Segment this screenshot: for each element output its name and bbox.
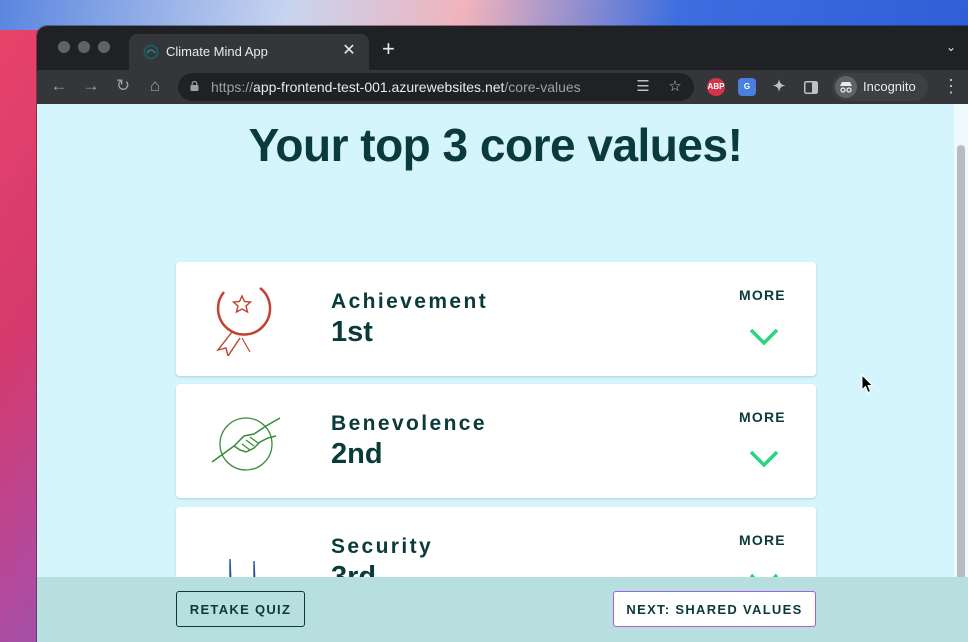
- browser-menu-icon[interactable]: ⋮: [942, 75, 960, 97]
- tab-title: Climate Mind App: [166, 44, 268, 59]
- scrollbar-thumb[interactable]: [957, 145, 965, 592]
- mouse-pointer-icon: [861, 374, 873, 394]
- incognito-label: Incognito: [863, 79, 916, 94]
- tab-close-icon[interactable]: ✕: [339, 41, 359, 61]
- chevron-down-icon[interactable]: [749, 328, 779, 346]
- page-content: Your top 3 core values! Achievement 1st …: [37, 104, 968, 642]
- back-arrow-icon[interactable]: ←: [48, 75, 70, 97]
- new-tab-button[interactable]: +: [382, 38, 395, 60]
- url-host: app-frontend-test-001.azurewebsites.net: [253, 79, 505, 95]
- side-panel-icon[interactable]: [804, 81, 818, 94]
- more-button-label[interactable]: MORE: [739, 287, 786, 303]
- tab-active[interactable]: Climate Mind App ✕: [129, 34, 369, 70]
- browser-window: Climate Mind App ✕ + ⌄ ← → ↻ ⌂ https://a…: [37, 26, 968, 642]
- footer-bar: RETAKE QUIZ NEXT: SHARED VALUES: [37, 577, 968, 642]
- more-button-label[interactable]: MORE: [739, 532, 786, 548]
- value-rank: 2nd: [331, 438, 383, 470]
- chevron-down-icon[interactable]: [749, 450, 779, 468]
- zoom-window-button[interactable]: [98, 41, 110, 53]
- tab-search-chevron-icon[interactable]: ⌄: [946, 40, 956, 54]
- tab-bar: Climate Mind App ✕ + ⌄: [37, 26, 968, 70]
- value-name: Achievement: [331, 290, 489, 313]
- extensions-puzzle-icon[interactable]: ✦: [770, 78, 788, 96]
- page-title: Your top 3 core values!: [248, 119, 743, 171]
- value-rank: 1st: [331, 316, 373, 348]
- scrollbar[interactable]: [954, 104, 968, 592]
- retake-quiz-button[interactable]: RETAKE QUIZ: [176, 591, 305, 627]
- reload-icon[interactable]: ↻: [112, 75, 134, 97]
- benevolence-handshake-icon: [211, 417, 281, 471]
- achievement-medal-icon: [216, 287, 272, 356]
- url-scheme: https://: [211, 79, 254, 95]
- incognito-icon: [835, 76, 857, 98]
- forward-arrow-icon[interactable]: →: [80, 75, 102, 97]
- close-window-button[interactable]: [58, 41, 70, 53]
- translate-extension-icon[interactable]: G: [738, 78, 756, 96]
- url-text[interactable]: https://app-frontend-test-001.azurewebsi…: [211, 79, 581, 95]
- climate-mind-favicon-icon: [143, 44, 159, 60]
- bookmark-star-icon[interactable]: ☆: [666, 78, 684, 96]
- address-bar[interactable]: https://app-frontend-test-001.azurewebsi…: [178, 73, 694, 101]
- more-button-label[interactable]: MORE: [739, 409, 786, 425]
- value-name: Benevolence: [331, 412, 487, 435]
- browser-toolbar: ← → ↻ ⌂ https://app-frontend-test-001.az…: [37, 70, 968, 104]
- translate-icon[interactable]: ☰: [634, 78, 652, 96]
- lock-icon[interactable]: [190, 81, 199, 91]
- home-icon[interactable]: ⌂: [144, 75, 166, 97]
- next-shared-values-button[interactable]: NEXT: SHARED VALUES: [613, 591, 816, 627]
- incognito-profile-button[interactable]: Incognito: [832, 73, 928, 101]
- adblock-icon[interactable]: ABP: [707, 78, 725, 96]
- value-card-benevolence[interactable]: Benevolence 2nd MORE: [176, 384, 816, 498]
- value-card-achievement[interactable]: Achievement 1st MORE: [176, 262, 816, 376]
- minimize-window-button[interactable]: [78, 41, 90, 53]
- url-path: /core-values: [504, 79, 581, 95]
- value-name: Security: [331, 535, 434, 558]
